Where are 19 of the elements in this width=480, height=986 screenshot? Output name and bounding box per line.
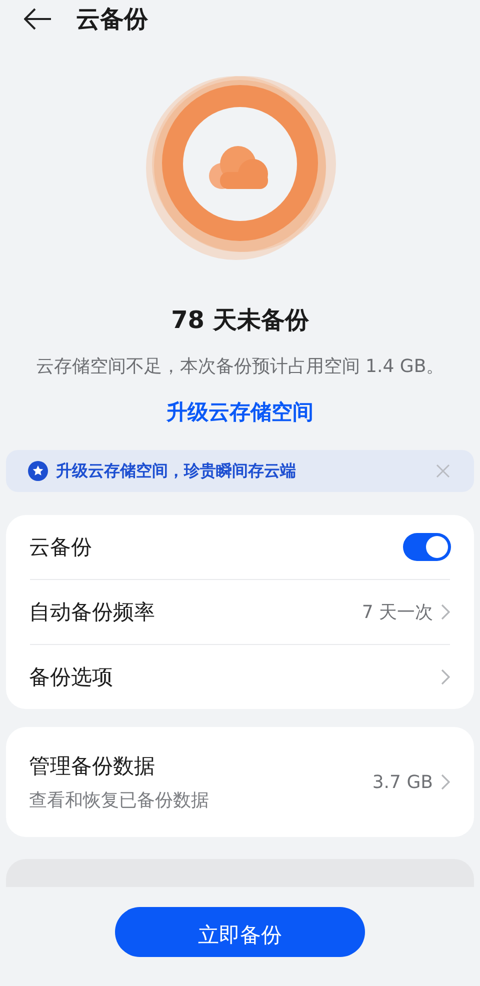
setting-label[interactable]: 备份选项 <box>29 663 441 691</box>
banner-text: 升级云存储空间，珍贵瞬间存云端 <box>56 460 297 482</box>
setting-label[interactable]: 管理备份数据 <box>29 752 372 780</box>
setting-label[interactable]: 自动备份频率 <box>29 598 362 626</box>
setting-value: 3.7 GB <box>372 772 433 792</box>
chevron-icon <box>441 604 450 620</box>
page-title: 云备份 <box>76 4 148 35</box>
chevron-icon <box>441 774 450 790</box>
upgrade-link[interactable]: 升级云存储空间 <box>166 398 314 426</box>
setting-label[interactable]: 云备份 <box>29 533 403 561</box>
toggle-switch[interactable] <box>403 533 451 561</box>
backup-status: 78 天未备份 <box>170 305 310 336</box>
backup-button[interactable]: 立即备份 <box>115 907 365 957</box>
back-icon[interactable] <box>24 8 52 30</box>
storage-message: 云存储空间不足，本次备份预计占用空间 1.4 GB。 <box>34 355 446 379</box>
setting-subtitle: 查看和恢复已备份数据 <box>29 789 210 812</box>
chevron-icon <box>441 669 450 685</box>
setting-value: 7 天一次 <box>362 601 433 624</box>
promo-banner[interactable]: 升级云存储空间，珍贵瞬间存云端 <box>6 450 474 492</box>
